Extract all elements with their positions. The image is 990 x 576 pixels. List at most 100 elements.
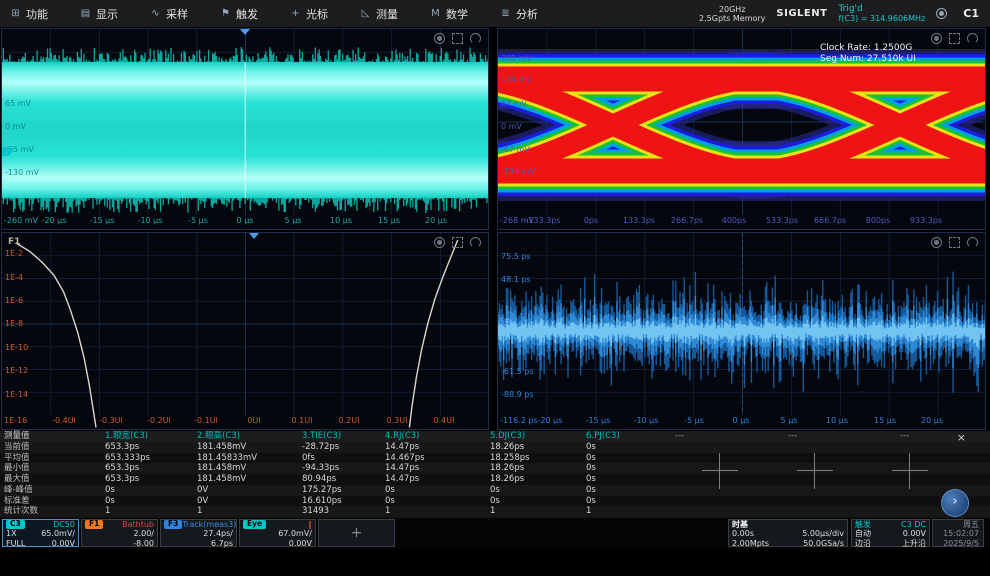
trigger-icon: ⚑ xyxy=(220,8,231,19)
waveform-plot[interactable] xyxy=(2,29,489,230)
axis-corner-label: -116.2 ps xyxy=(500,416,538,425)
x-tick-label: 0ps xyxy=(584,216,598,225)
f3-channel-marker[interactable]: F3 xyxy=(499,317,511,327)
measure-value: 0fs xyxy=(302,453,315,464)
close-icon[interactable]: × xyxy=(957,431,966,444)
camera-icon[interactable] xyxy=(434,33,445,44)
descriptor-right: 2.00/ xyxy=(133,529,154,538)
panel-toggle-button[interactable] xyxy=(941,489,969,517)
add-measure-cross[interactable] xyxy=(892,453,928,489)
panel-eye-diagram[interactable]: 201 mV134 mV67 mV0 mV-67 mV-134 mV -268 … xyxy=(497,28,986,230)
y-tick-label: -88.9 ps xyxy=(501,390,534,399)
x-tick-label: 15 µs xyxy=(378,216,400,225)
measure-row-label: 最大值 xyxy=(4,474,30,485)
timebase-title: 时基 xyxy=(732,520,748,529)
measure-value: 0s xyxy=(586,485,596,496)
measure-value: 1 xyxy=(490,506,495,517)
more-icon[interactable] xyxy=(967,237,978,248)
measure-column-header[interactable]: --- xyxy=(788,431,797,442)
channel-tag: Track(meas3) xyxy=(182,520,236,529)
measure-column-header[interactable]: 2.眼高(C3) xyxy=(197,431,240,442)
f1-channel-marker: F1 xyxy=(8,237,20,247)
x-tick-label: 266.7ps xyxy=(671,216,703,225)
camera-icon[interactable] xyxy=(931,237,942,248)
y-tick-label: 65 mV xyxy=(5,99,31,108)
maximize-icon[interactable] xyxy=(452,237,463,248)
measure-row: 统计次数1131493111 xyxy=(0,506,990,517)
descriptor-right: 0.00V xyxy=(289,539,312,548)
menu-item-trigger[interactable]: ⚑触发 xyxy=(216,6,286,22)
camera-icon[interactable] xyxy=(434,237,445,248)
trigger-title: 触发 xyxy=(855,520,871,529)
menu-item-display[interactable]: ▤显示 xyxy=(76,6,146,22)
timebase-title-row: 时基 xyxy=(729,520,847,529)
timebase-descriptor[interactable]: 时基0.00s5.00µs/div2.00Mpts50.0GSa/s xyxy=(728,519,848,547)
datetime-box[interactable]: 周五15:02:072025/9/5 xyxy=(932,519,984,547)
y-tick-label: 1E-10 xyxy=(5,343,28,352)
measure-column-header[interactable]: 4.RJ(C3) xyxy=(385,431,420,442)
descriptor-row: 1X65.0mV/ xyxy=(3,529,78,538)
trigger-position-marker[interactable] xyxy=(249,233,259,239)
menu-item-label: 显示 xyxy=(96,6,118,22)
measure-value: 0s xyxy=(586,442,596,453)
memory-depth-readout: 2.5Gpts Memory xyxy=(699,14,765,23)
menu-item-measure[interactable]: ◺测量 xyxy=(356,6,426,22)
descriptor-right: 67.0mV/ xyxy=(278,529,312,538)
camera-icon[interactable] xyxy=(931,33,942,44)
measure-value: 0s xyxy=(385,485,395,496)
menu-item-cursor[interactable]: +光标 xyxy=(286,6,356,22)
measure-column-header[interactable]: 6.PJ(C3) xyxy=(586,431,620,442)
more-icon[interactable] xyxy=(470,33,481,44)
notification-icon[interactable] xyxy=(936,8,947,19)
maximize-icon[interactable] xyxy=(452,33,463,44)
channel-descriptor-eye[interactable]: Eye‖67.0mV/0.00V xyxy=(239,519,316,547)
x-tick-label: 133.3ps xyxy=(623,216,655,225)
y-tick-label: -61.5 ps xyxy=(501,367,534,376)
measure-value: 181.45833mV xyxy=(197,453,257,464)
panel-bathtub-f1[interactable]: 1E-21E-41E-61E-81E-101E-121E-14 1E-16-0.… xyxy=(1,232,489,430)
measure-column-header[interactable]: 1.眼宽(C3) xyxy=(105,431,148,442)
more-icon[interactable] xyxy=(967,33,978,44)
more-icon[interactable] xyxy=(470,237,481,248)
measure-column-header[interactable]: --- xyxy=(675,431,684,442)
x-tick-label: -5 µs xyxy=(684,416,704,425)
descriptor-header: Eye‖ xyxy=(240,520,315,529)
x-tick-label: -5 µs xyxy=(188,216,208,225)
add-channel-button[interactable]: + xyxy=(318,519,395,547)
panel-jitter-track-f3[interactable]: 75.5 ps48.1 ps-61.5 ps-88.9 ps -116.2 ps… xyxy=(497,232,986,430)
menu-item-math[interactable]: M数学 xyxy=(426,6,496,22)
channel-descriptor-c3[interactable]: C3DC501X65.0mV/FULL0.00V xyxy=(2,519,79,547)
maximize-icon[interactable] xyxy=(949,237,960,248)
math-icon: M xyxy=(430,8,441,19)
descriptor-row: 27.4ps/ xyxy=(161,529,236,538)
measure-column-header[interactable]: 5.DJ(C3) xyxy=(490,431,525,442)
datetime-time: 15:02:07 xyxy=(933,529,983,538)
trigger-position-marker[interactable] xyxy=(240,29,250,35)
channel-c1-button[interactable]: C1 xyxy=(958,5,984,22)
sample-rate-readout: 20GHz xyxy=(699,5,765,14)
trigger-descriptor[interactable]: 触发C3 DC自动0.00V边沿上升沿 xyxy=(851,519,930,547)
channel-descriptor-f3[interactable]: F3Track(meas3)27.4ps/6.7ps xyxy=(160,519,237,547)
maximize-icon[interactable] xyxy=(949,33,960,44)
channel-badge: F3 xyxy=(164,520,182,529)
add-measure-cross[interactable] xyxy=(702,453,738,489)
measure-value: 80.94ps xyxy=(302,474,336,485)
add-measure-cross[interactable] xyxy=(797,453,833,489)
measure-column-header[interactable]: 3.TIE(C3) xyxy=(302,431,341,442)
channel-descriptor-f1[interactable]: F1Bathtub2.00/-8.00 xyxy=(81,519,158,547)
datetime-day: 周五 xyxy=(933,520,983,529)
channel-badge: C3 xyxy=(6,520,25,529)
menu-item-utility[interactable]: ⊞功能 xyxy=(6,6,76,22)
menu-item-analysis[interactable]: ≣分析 xyxy=(496,6,566,22)
y-tick-label: 75.5 ps xyxy=(501,252,531,261)
measure-row: 标准差0s0V16.610ps0s0s0s xyxy=(0,496,990,507)
panel-waveform-c3[interactable]: 65 mV0 mV-65 mV-130 mV -260 mV-20 µs-15 … xyxy=(1,28,489,230)
measure-column-header[interactable]: --- xyxy=(900,431,909,442)
menu-item-acquire[interactable]: ∿采样 xyxy=(146,6,216,22)
measure-value: 18.26ps xyxy=(490,442,524,453)
track-plot[interactable] xyxy=(498,233,986,430)
measure-value: 0s xyxy=(490,485,500,496)
measure-value: 18.26ps xyxy=(490,463,524,474)
bathtub-plot[interactable] xyxy=(2,233,489,430)
trigger-right: 0.00V xyxy=(903,529,926,538)
